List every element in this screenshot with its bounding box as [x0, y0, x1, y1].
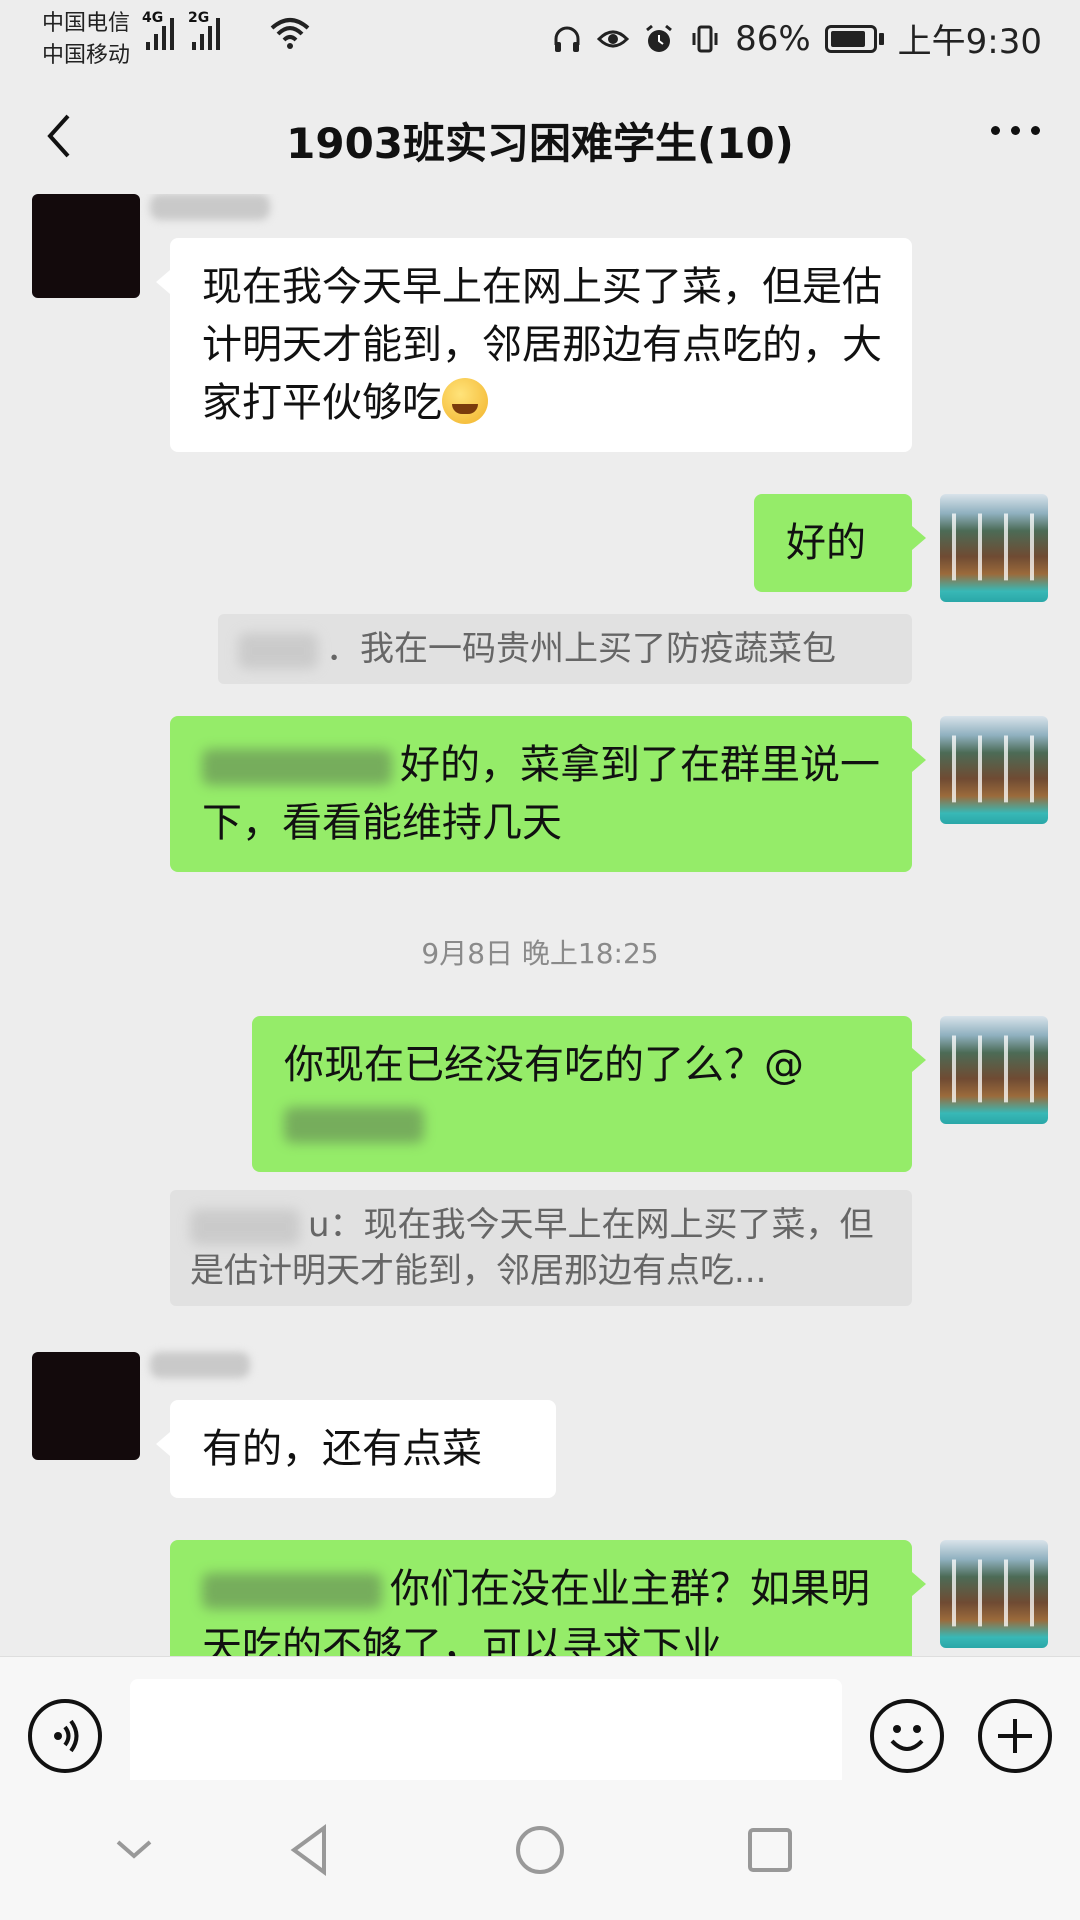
more-dots-icon[interactable] — [991, 126, 1040, 135]
quoted-message[interactable]: ．我在一码贵州上买了防疫蔬菜包 — [218, 614, 912, 684]
network-type-1: 4G — [142, 10, 164, 26]
signal-2g-icon: 2G — [188, 10, 220, 50]
mention-blurred — [284, 1107, 424, 1143]
status-right: 86% 上午9:30 — [551, 14, 1042, 63]
message-bubble-incoming[interactable]: 有的，还有点菜 — [156, 1400, 556, 1498]
voice-button[interactable] — [28, 1699, 102, 1773]
signal-4g-icon: 4G — [142, 10, 174, 50]
chat-title: 1903班实习困难学生(10) — [286, 119, 794, 168]
input-bar — [0, 1656, 1080, 1787]
avatar[interactable] — [940, 494, 1048, 602]
network-type-2: 2G — [188, 10, 210, 26]
chat-screen: 中国电信 中国移动 4G 2G 86% 上午9:30 1903班实习困难学生(1… — [0, 0, 1080, 1920]
avatar[interactable] — [32, 1352, 140, 1460]
message-bubble-incoming[interactable]: 现在我今天早上在网上买了菜，但是估计明天才能到，邻居那边有点吃的，大家打平伙够吃 — [156, 238, 912, 452]
battery-percent: 86% — [735, 18, 811, 59]
quoted-message[interactable]: u：现在我今天早上在网上买了菜，但是估计明天才能到，邻居那边有点吃... — [170, 1190, 912, 1306]
status-bar: 中国电信 中国移动 4G 2G 86% 上午9:30 — [0, 0, 1080, 84]
message-bubble-outgoing[interactable]: 你现在已经没有吃的了么？@ — [252, 1016, 926, 1172]
quoted-name-blurred — [190, 1208, 300, 1245]
eye-icon — [597, 30, 630, 47]
mention-blurred — [202, 1573, 382, 1609]
triangle-back-icon[interactable] — [280, 1820, 340, 1880]
avatar[interactable] — [940, 716, 1048, 824]
message-bubble-outgoing[interactable]: 好的，菜拿到了在群里说一下，看看能维持几天 — [170, 716, 926, 872]
headphones-icon — [554, 26, 580, 52]
plus-icon — [998, 1719, 1032, 1753]
vibrate-icon — [692, 25, 718, 52]
laughing-tears-emoji-icon — [442, 378, 488, 424]
voice-icon — [54, 1719, 79, 1753]
chat-header: 1903班实习困难学生(10) — [0, 84, 1080, 194]
square-recent-icon[interactable] — [740, 1820, 800, 1880]
carrier-2: 中国移动 — [42, 43, 131, 68]
quoted-text: ．我在一码贵州上买了防疫蔬菜包 — [326, 629, 836, 669]
mention-blurred — [202, 749, 392, 785]
signal-icons: 4G 2G — [142, 10, 220, 50]
message-bubble-outgoing[interactable]: 你们在没在业主群？如果明天吃的不够了，可以寻求下业 — [170, 1540, 926, 1656]
more-actions-button[interactable] — [978, 1699, 1052, 1773]
carrier-1: 中国电信 — [42, 11, 131, 36]
message-list[interactable]: 现在我今天早上在网上买了菜，但是估计明天才能到，邻居那边有点吃的，大家打平伙够吃… — [0, 194, 1080, 1656]
message-text: 你现在已经没有吃的了么？@ — [284, 1042, 804, 1088]
message-text: 现在我今天早上在网上买了菜，但是估计明天才能到，邻居那边有点吃的，大家打平伙够吃 — [202, 264, 882, 426]
alarm-icon — [646, 24, 672, 52]
sender-name-blurred — [150, 1352, 250, 1378]
quoted-name-blurred — [238, 632, 318, 669]
avatar[interactable] — [32, 194, 140, 298]
timestamp: 9月8日 晚上18:25 — [421, 937, 659, 970]
clock: 上午9:30 — [897, 22, 1042, 62]
emoji-button[interactable] — [870, 1699, 944, 1773]
message-text: 有的，还有点菜 — [202, 1426, 482, 1472]
smiley-icon — [890, 1725, 924, 1751]
message-text: 好的 — [786, 520, 866, 566]
avatar[interactable] — [940, 1016, 1048, 1124]
chevron-down-icon[interactable] — [104, 1820, 164, 1880]
message-input[interactable] — [130, 1679, 842, 1787]
system-nav-bar — [0, 1780, 1080, 1920]
wifi-icon — [270, 18, 310, 49]
sender-name-blurred — [150, 194, 270, 220]
battery-icon — [824, 24, 884, 53]
carrier-info: 中国电信 中国移动 — [42, 8, 130, 72]
avatar[interactable] — [940, 1540, 1048, 1648]
message-bubble-outgoing[interactable]: 好的 — [754, 494, 926, 592]
circle-home-icon[interactable] — [510, 1820, 570, 1880]
